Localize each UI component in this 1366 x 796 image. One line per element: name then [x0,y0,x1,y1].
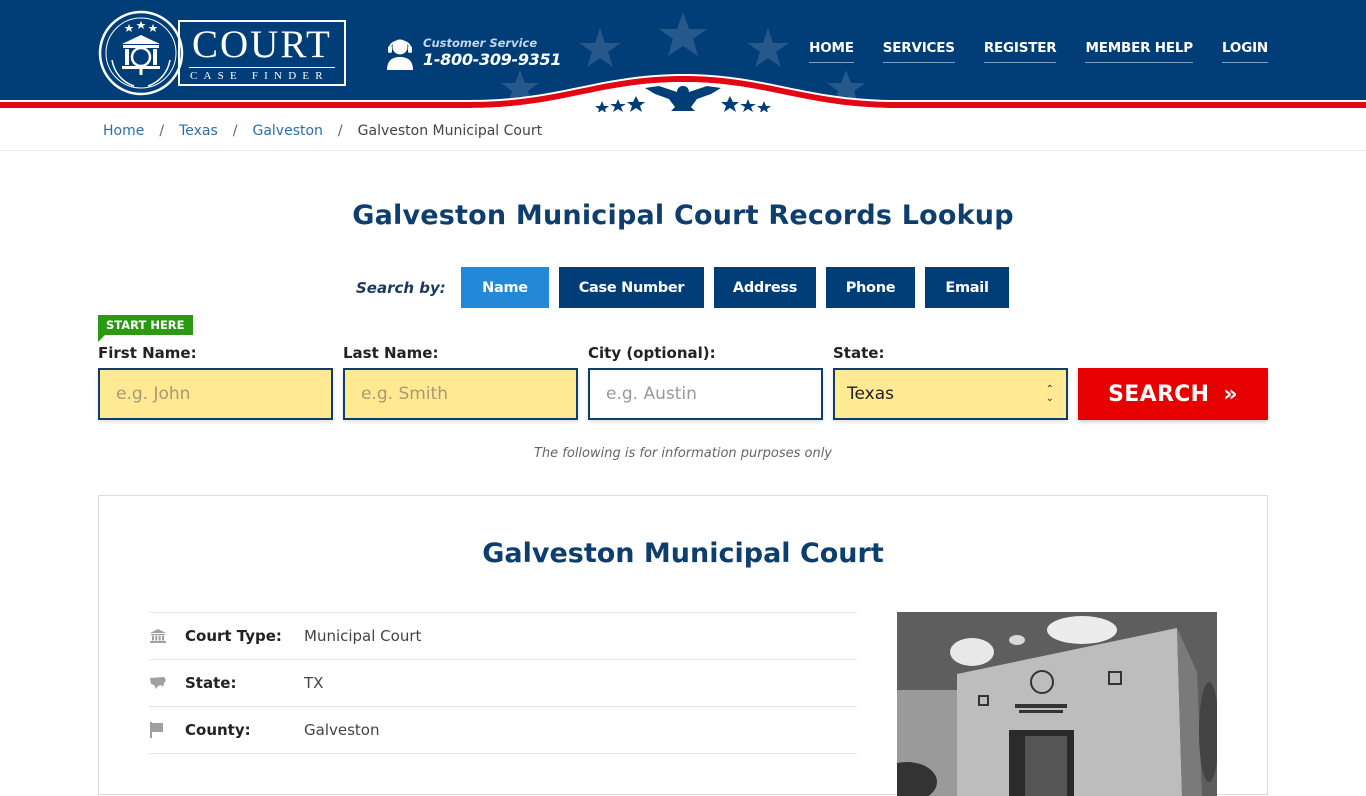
double-chevron-right-icon: » [1223,381,1238,407]
disclaimer: The following is for information purpose… [533,446,833,461]
logo-divider [189,67,335,68]
breadcrumb-separator: / [232,123,238,139]
first-name-input[interactable]: e.g. John [98,368,333,420]
logo-wordmark: COURT CASE FINDER [178,20,346,86]
tab-name[interactable]: Name [461,267,549,308]
last-name-group: Last Name: e.g. Smith [343,344,578,420]
logo-subtitle: CASE FINDER [190,70,329,82]
state-group: State: Texas ⌃ ⌄ [833,344,1068,420]
breadcrumb-separator: / [337,123,343,139]
state-select-value: Texas [847,384,894,404]
customer-service-label: Customer Service [423,36,538,50]
nav-services[interactable]: SERVICES [882,40,955,63]
last-name-input[interactable]: e.g. Smith [343,368,578,420]
state-select[interactable]: Texas ⌃ ⌄ [833,368,1068,420]
detail-row-county: County: Galveston [149,707,857,754]
search-by-label: Search by: [356,278,446,297]
state-label: State: [833,344,885,362]
last-name-label: Last Name: [343,344,439,362]
nav-login[interactable]: LOGIN [1222,40,1268,63]
page-title: Galveston Municipal Court Records Lookup [352,200,1014,231]
courthouse-magnifier-emblem-icon [98,10,184,96]
main-nav: HOME SERVICES REGISTER MEMBER HELP LOGIN [809,40,1268,63]
site-header: COURT CASE FINDER Customer Service 1-800… [0,0,1366,112]
city-input[interactable]: e.g. Austin [588,368,823,420]
first-name-label: First Name: [98,344,197,362]
detail-value: TX [304,674,324,692]
court-building-image [897,612,1217,796]
nav-register[interactable]: REGISTER [983,40,1057,63]
start-here-badge: START HERE [98,315,193,342]
court-photo [897,612,1217,796]
customer-service[interactable]: Customer Service 1-800-309-9351 [385,36,561,70]
usa-map-icon [149,677,185,689]
logo-title: COURT [192,23,332,66]
court-details: Court Type: Municipal Court State: TX Co… [149,612,857,754]
site-logo[interactable]: COURT CASE FINDER [98,10,346,96]
tab-phone[interactable]: Phone [826,267,915,308]
city-group: City (optional): e.g. Austin [588,344,823,420]
headset-agent-icon [387,39,413,70]
detail-label: Court Type: [185,627,282,645]
tab-email[interactable]: Email [925,267,1009,308]
tab-address[interactable]: Address [714,267,816,308]
search-button-label: SEARCH [1108,381,1210,407]
detail-label: State: [185,674,237,692]
first-name-group: First Name: e.g. John [98,344,333,420]
nav-member-help[interactable]: MEMBER HELP [1085,40,1193,63]
search-button[interactable]: SEARCH » [1078,368,1268,420]
breadcrumb-home[interactable]: Home [103,123,144,139]
detail-label: County: [185,721,251,739]
breadcrumb-texas[interactable]: Texas [179,123,218,139]
city-label: City (optional): [588,344,716,362]
customer-service-phone[interactable]: 1-800-309-9351 [423,50,561,70]
breadcrumb-separator: / [159,123,165,139]
courthouse-icon [149,629,185,643]
detail-row-court-type: Court Type: Municipal Court [149,613,857,660]
detail-value: Galveston [304,721,380,739]
tab-case-number[interactable]: Case Number [559,267,704,308]
flag-icon [149,722,185,738]
detail-value: Municipal Court [304,627,422,645]
court-card: Galveston Municipal Court Court Type: Mu… [98,495,1268,796]
nav-home[interactable]: HOME [809,40,854,63]
detail-row-state: State: TX [149,660,857,707]
court-title: Galveston Municipal Court [482,538,884,569]
breadcrumb-galveston[interactable]: Galveston [252,123,322,139]
breadcrumb: Home / Texas / Galveston / Galveston Mun… [0,112,1366,151]
breadcrumb-current: Galveston Municipal Court [357,123,543,139]
search-by-tabs: Search by: Name Case Number Address Phon… [356,267,1019,308]
select-updown-icon: ⌃ ⌄ [1045,384,1054,404]
